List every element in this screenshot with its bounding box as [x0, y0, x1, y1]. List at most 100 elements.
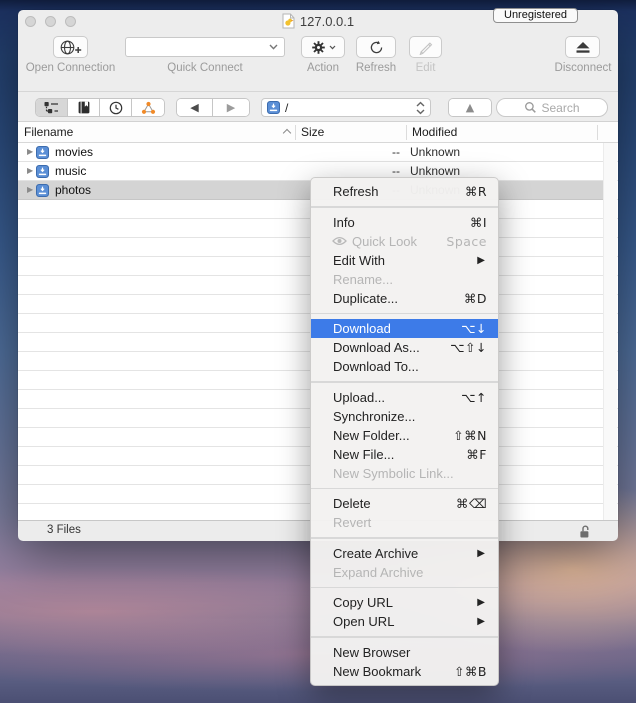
action-button[interactable]	[301, 36, 345, 58]
menu-item-rename: Rename...	[311, 270, 498, 289]
submenu-arrow-icon: ▶	[477, 544, 487, 563]
menu-item-duplicate[interactable]: Duplicate...⌘D	[311, 289, 498, 308]
file-name: photos	[55, 181, 91, 199]
menu-item-refresh[interactable]: Refresh⌘R	[311, 182, 498, 201]
menu-item-shortcut: ⌘I	[470, 213, 487, 232]
file-modified: Unknown	[410, 143, 460, 161]
refresh-button[interactable]	[356, 36, 396, 58]
menu-item-revert: Revert	[311, 513, 498, 532]
file-row-movies[interactable]: ▶movies--Unknown	[18, 143, 603, 162]
eye-icon	[332, 236, 347, 246]
menu-item-label: Create Archive	[333, 544, 418, 563]
menu-item-label: Download As...	[333, 338, 420, 357]
bonjour-icon	[141, 101, 156, 115]
back-icon: ◀	[190, 101, 198, 114]
edit-label: Edit	[409, 62, 442, 76]
zoom-window-button[interactable]	[65, 16, 76, 27]
menu-item-label: New Browser	[333, 643, 410, 662]
menu-item-new-file[interactable]: New File... ⌘F	[311, 445, 498, 464]
close-window-button[interactable]	[25, 16, 36, 27]
column-header-size[interactable]: Size	[301, 125, 324, 139]
column-divider[interactable]	[597, 125, 598, 140]
menu-item-label: Delete	[333, 494, 371, 513]
disclosure-triangle-icon[interactable]: ▶	[27, 162, 33, 180]
quick-connect-combobox[interactable]	[125, 37, 285, 57]
refresh-label: Refresh	[348, 62, 404, 76]
back-button[interactable]: ◀	[177, 99, 213, 116]
menu-item-new-browser[interactable]: New Browser	[311, 643, 498, 662]
search-placeholder: Search	[541, 101, 579, 115]
menu-item-create-archive[interactable]: Create Archive ▶	[311, 544, 498, 563]
minimize-window-button[interactable]	[45, 16, 56, 27]
search-field[interactable]: Search	[496, 98, 608, 117]
menu-item-label: Upload...	[333, 388, 385, 407]
menu-item-label: Quick Look	[352, 232, 417, 251]
outline-view-button[interactable]	[36, 99, 68, 116]
column-header-modified[interactable]: Modified	[412, 125, 457, 139]
go-up-control: ▲	[448, 98, 492, 117]
disconnect-button[interactable]	[565, 36, 600, 58]
history-nav-control: ◀ ▶	[176, 98, 250, 117]
submenu-arrow-icon: ▶	[477, 612, 487, 631]
menu-item-upload[interactable]: Upload... ⌥↑	[311, 388, 498, 407]
menu-item-shortcut: ⌥↑	[461, 388, 487, 407]
column-divider[interactable]	[406, 125, 407, 140]
menu-item-label: Download	[333, 319, 391, 338]
menu-item-new-folder[interactable]: New Folder...⇧⌘N	[311, 426, 498, 445]
menu-item-shortcut: ⇧⌘N	[453, 426, 487, 445]
menu-item-quick-look: Quick LookSpace	[311, 232, 498, 251]
menu-item-label: New File...	[333, 445, 394, 464]
menu-item-shortcut: ⌘F	[466, 445, 487, 464]
open-connection-button[interactable]	[53, 36, 88, 58]
menu-item-label: New Symbolic Link...	[333, 464, 454, 483]
up-directory-button[interactable]: ▲	[449, 99, 491, 116]
disclosure-triangle-icon[interactable]: ▶	[27, 143, 33, 161]
menu-item-shortcut: ⌘R	[465, 182, 487, 201]
unlocked-padlock-icon	[578, 524, 591, 539]
menu-item-new-symbolic-link: New Symbolic Link...	[311, 464, 498, 483]
menu-item-info[interactable]: Info⌘I	[311, 213, 498, 232]
path-popup[interactable]: /	[261, 98, 431, 117]
disconnect-label: Disconnect	[543, 62, 623, 76]
menu-item-edit-with[interactable]: Edit With▶	[311, 251, 498, 270]
menu-item-label: Edit With	[333, 251, 385, 270]
bonjour-view-button[interactable]	[132, 99, 164, 116]
menu-item-download-as[interactable]: Download As... ⌥⇧↓	[311, 338, 498, 357]
menu-separator	[311, 636, 498, 638]
disclosure-triangle-icon[interactable]: ▶	[27, 181, 33, 199]
column-header-row: Filename Size Modified	[18, 122, 618, 143]
bookmark-book-icon	[78, 101, 90, 114]
submenu-arrow-icon: ▶	[477, 593, 487, 612]
menu-item-shortcut: ⌘⌫	[456, 494, 487, 513]
quick-connect-label: Quick Connect	[155, 62, 255, 76]
chevron-down-icon	[329, 45, 336, 50]
forward-icon: ▶	[227, 101, 235, 114]
stepper-icon	[416, 101, 425, 115]
menu-separator	[311, 537, 498, 539]
forward-button[interactable]: ▶	[213, 99, 249, 116]
menu-item-download-to[interactable]: Download To...	[311, 357, 498, 376]
file-size: --	[300, 143, 400, 161]
column-divider[interactable]	[295, 125, 296, 140]
search-icon	[524, 101, 537, 114]
menu-item-copy-url[interactable]: Copy URL▶	[311, 593, 498, 612]
menu-item-synchronize[interactable]: Synchronize...	[311, 407, 498, 426]
current-path: /	[285, 101, 288, 115]
main-toolbar: Open Connection Quick Connect Action	[18, 32, 618, 92]
unregistered-badge[interactable]: Unregistered	[493, 8, 578, 23]
bookmarks-view-button[interactable]	[68, 99, 100, 116]
menu-item-delete[interactable]: Delete ⌘⌫	[311, 494, 498, 513]
action-label: Action	[301, 62, 345, 76]
history-view-button[interactable]	[100, 99, 132, 116]
context-menu: Refresh⌘RInfo⌘IQuick LookSpaceEdit With▶…	[310, 177, 499, 686]
column-header-filename[interactable]: Filename	[24, 125, 73, 139]
menu-item-download[interactable]: Download⌥↓	[311, 319, 498, 338]
menu-item-shortcut: ⌥⇧↓	[450, 338, 487, 357]
edit-button[interactable]	[409, 36, 442, 58]
menu-item-open-url[interactable]: Open URL▶	[311, 612, 498, 631]
desktop: 127.0.0.1 Open Connection Quick Connect	[0, 0, 636, 703]
menu-item-label: Download To...	[333, 357, 419, 376]
menu-item-label: Expand Archive	[333, 563, 423, 582]
menu-item-new-bookmark[interactable]: New Bookmark⇧⌘B	[311, 662, 498, 681]
scrollbar-track[interactable]	[603, 143, 617, 520]
